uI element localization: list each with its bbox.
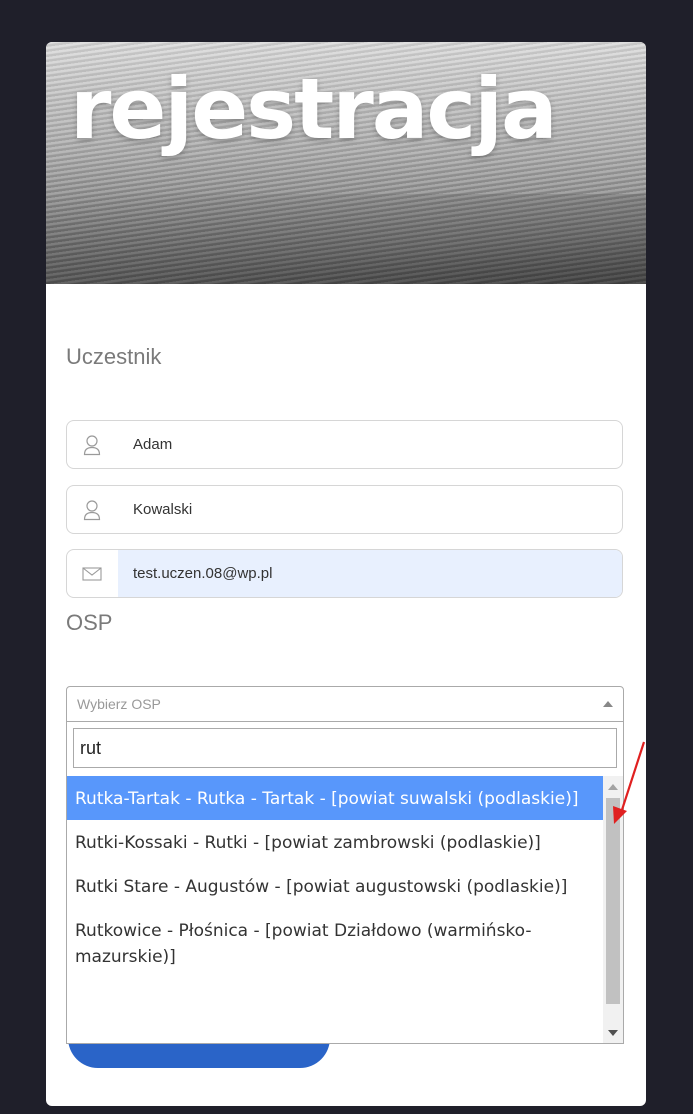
email-value: test.uczen.08@wp.pl [133, 565, 273, 582]
user-icon [67, 421, 117, 468]
osp-select-placeholder: Wybierz OSP [77, 696, 161, 712]
osp-option[interactable]: Rutka-Tartak - Rutka - Tartak - [powiat … [67, 776, 603, 820]
scroll-down-icon[interactable] [608, 1030, 618, 1036]
osp-select[interactable]: Wybierz OSP [66, 686, 624, 722]
first-name-value: Adam [133, 436, 173, 453]
osp-option[interactable]: Rutki Stare - Augustów - [powiat augusto… [67, 864, 603, 908]
osp-options-list: Rutka-Tartak - Rutka - Tartak - [powiat … [67, 776, 603, 1043]
osp-search-input[interactable] [74, 729, 616, 767]
chevron-up-icon [603, 701, 613, 707]
osp-option[interactable]: Rutkowice - Płośnica - [powiat Działdowo… [67, 908, 603, 978]
osp-search-box[interactable] [73, 728, 617, 768]
scrollbar-thumb[interactable] [606, 798, 620, 1004]
registration-card: rejestracja Uczestnik Adam Kowalski test… [46, 42, 646, 1106]
page-title: rejestracja [70, 60, 558, 158]
last-name-field[interactable]: Kowalski [66, 485, 623, 534]
osp-section-label: OSP [66, 610, 113, 635]
first-name-field[interactable]: Adam [66, 420, 623, 469]
osp-dropdown: Rutka-Tartak - Rutka - Tartak - [powiat … [66, 722, 624, 1044]
osp-option[interactable]: Rutki-Kossaki - Rutki - [powiat zambrows… [67, 820, 603, 864]
user-icon [67, 486, 117, 533]
annotation-arrow-icon [613, 741, 646, 824]
envelope-icon [67, 550, 117, 597]
participant-section-label: Uczestnik [66, 344, 162, 369]
last-name-value: Kowalski [133, 501, 193, 518]
email-field[interactable]: test.uczen.08@wp.pl [66, 549, 623, 598]
header-banner: rejestracja [46, 42, 646, 284]
